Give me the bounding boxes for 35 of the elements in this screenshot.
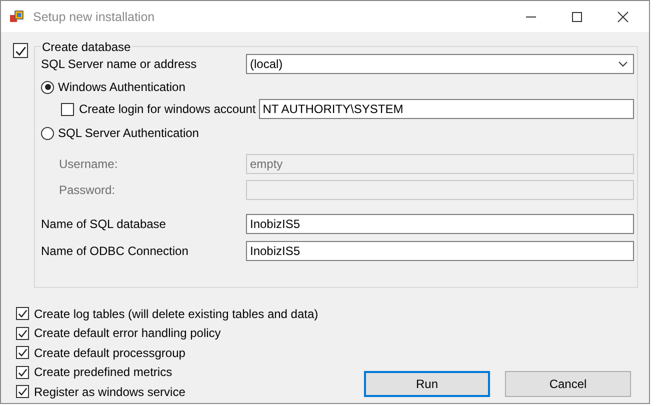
run-button[interactable]: Run [364,370,490,396]
checkbox-label: Create default processgroup [34,346,186,360]
checkbox[interactable] [13,43,28,58]
radio-button[interactable] [41,126,54,140]
field-label: Name of SQL database [41,217,167,231]
server-dropdown[interactable]: (local) [246,54,634,74]
checkbox-label: Create predefined metrics [34,365,172,380]
checkbox-label: Create database [41,40,132,54]
window-title: Setup new installation [33,10,155,24]
checkbox[interactable] [16,326,29,340]
input-field[interactable]: InobizIS5 [246,241,634,261]
field-label: Name of ODBC Connection [41,244,190,258]
checkbox[interactable] [16,346,29,360]
input-field[interactable] [246,180,634,200]
checkbox[interactable] [16,366,29,379]
checkbox-label: Register as windows service [34,384,186,399]
checkbox-label: Create login for windows account [79,102,256,116]
close-icon[interactable] [617,10,629,22]
input-field[interactable]: InobizIS5 [246,214,634,234]
cancel-button[interactable]: Cancel [505,370,631,396]
checkbox[interactable] [61,102,74,116]
checkbox-label: Create log tables (will delete existing tables and data) [34,306,318,321]
maximize-icon[interactable] [571,10,583,22]
radio-button[interactable] [41,80,54,94]
account-field[interactable]: NT AUTHORITY\SYSTEM [258,99,634,119]
checkbox[interactable] [16,385,29,398]
checkbox-label: Create default error handling policy [34,326,221,340]
radio-label: SQL Server Authentication [58,126,199,140]
chevron-down-icon [618,61,628,67]
field-label: Username: [58,157,119,171]
field-label: SQL Server name or address [41,57,198,71]
checkbox[interactable] [16,307,29,320]
radio-label: Windows Authentication [58,80,186,94]
app-icon [9,8,25,24]
field-label: Password: [58,183,116,197]
